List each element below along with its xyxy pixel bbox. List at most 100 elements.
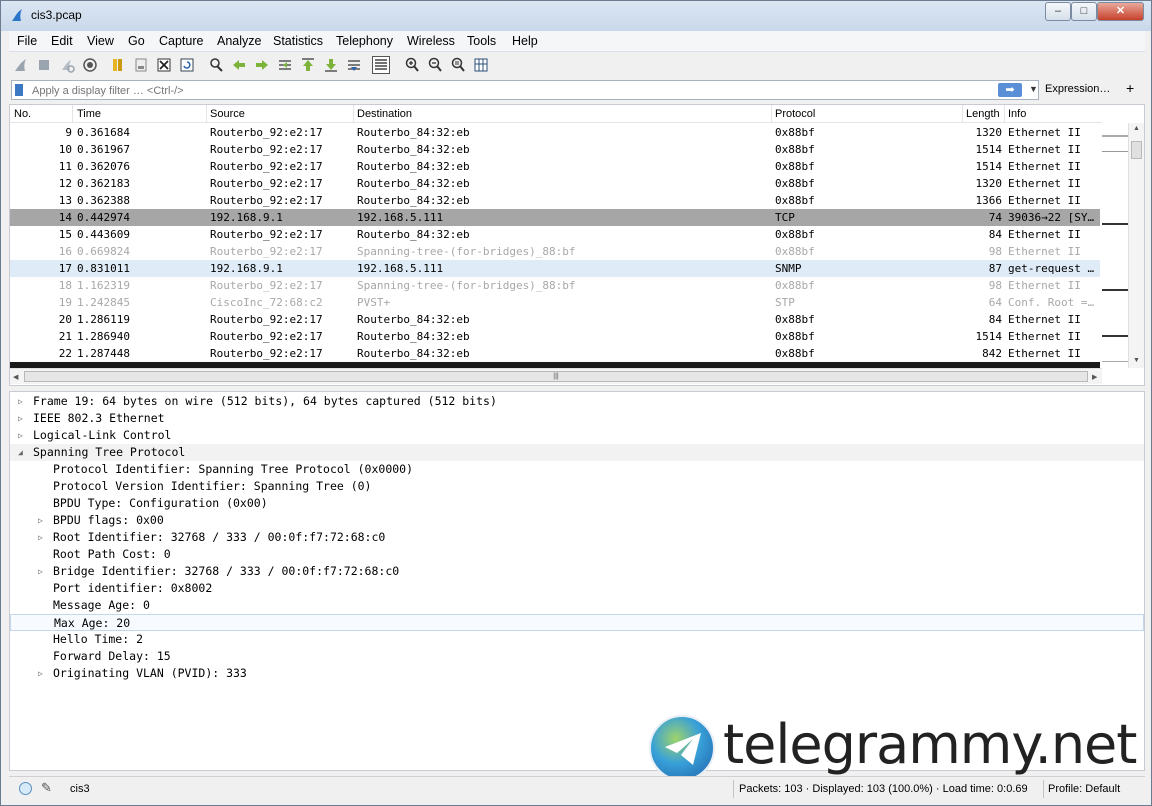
zoom-normal-icon[interactable] [449, 56, 467, 74]
go-first-icon[interactable] [299, 56, 317, 74]
reload-file-icon[interactable] [178, 56, 196, 74]
packet-row[interactable]: 22 1.287448 Routerbo_92:e2:17 Routerbo_84:3… [10, 345, 1100, 362]
find-packet-icon[interactable] [207, 56, 225, 74]
filter-history-dropdown-icon[interactable]: ▼ [1029, 84, 1038, 94]
minimize-button[interactable]: – [1045, 2, 1071, 21]
go-last-icon[interactable] [322, 56, 340, 74]
detail-tree-item[interactable]: Protocol Identifier: Spanning Tree Proto… [10, 461, 1144, 478]
save-file-icon[interactable] [132, 56, 150, 74]
scroll-left-arrow-icon[interactable]: ◀ [13, 373, 18, 381]
expression-button[interactable]: Expression… [1045, 83, 1110, 95]
display-filter-input[interactable] [32, 83, 992, 98]
column-header-protocol[interactable]: Protocol [775, 108, 815, 120]
expand-arrow-icon[interactable]: ▷ [38, 563, 43, 580]
menu-edit[interactable]: Edit [51, 34, 73, 48]
detail-tree-item[interactable]: ▷ Root Identifier: 32768 / 333 / 00:0f:f7… [10, 529, 1144, 546]
scroll-right-arrow-icon[interactable]: ▶ [1092, 373, 1097, 381]
title-bar[interactable]: cis3.pcap – □ ✕ [1, 1, 1151, 31]
open-file-icon[interactable] [109, 56, 127, 74]
packet-row[interactable]: 9 0.361684 Routerbo_92:e2:17 Routerbo_84:32… [10, 124, 1100, 141]
restart-capture-icon[interactable] [58, 56, 76, 74]
column-header-destination[interactable]: Destination [357, 108, 412, 120]
go-forward-icon[interactable] [253, 56, 271, 74]
menu-wireless[interactable]: Wireless [407, 34, 455, 48]
detail-tree-item[interactable]: Forward Delay: 15 [10, 648, 1144, 665]
packet-list-horizontal-scrollbar[interactable]: ◀ ||| ▶ [10, 368, 1102, 384]
packet-row[interactable]: 19 1.242845 CiscoInc_72:68:c2 PVST+ STP 64 Con… [10, 294, 1100, 311]
scroll-up-arrow-icon[interactable]: ▲ [1133, 125, 1140, 132]
menu-help[interactable]: Help [512, 34, 538, 48]
packet-row[interactable]: 18 1.162319 Routerbo_92:e2:17 Spanning-tree… [10, 277, 1100, 294]
expert-info-icon[interactable] [19, 782, 32, 795]
horizontal-scroll-thumb[interactable]: ||| [24, 371, 1088, 382]
go-back-icon[interactable] [230, 56, 248, 74]
bookmark-icon[interactable] [15, 84, 23, 96]
expand-arrow-icon[interactable]: ▷ [38, 529, 43, 546]
expand-arrow-icon[interactable]: ▷ [18, 410, 23, 427]
expand-arrow-icon[interactable]: ▷ [18, 393, 23, 410]
go-to-packet-icon[interactable] [276, 56, 294, 74]
autoscroll-icon[interactable] [345, 56, 363, 74]
maximize-button[interactable]: □ [1071, 2, 1097, 21]
packet-row[interactable]: 14 0.442974 192.168.9.1 192.168.5.111 TCP 74 3… [10, 209, 1100, 226]
packet-row[interactable]: 16 0.669824 Routerbo_92:e2:17 Spanning-tree… [10, 243, 1100, 260]
detail-tree-item[interactable]: Port identifier: 0x8002 [10, 580, 1144, 597]
detail-tree-item[interactable]: BPDU Type: Configuration (0x00) [10, 495, 1144, 512]
packet-list[interactable]: No. Time Source Destination Protocol Len… [9, 104, 1145, 386]
stop-capture-icon[interactable] [35, 56, 53, 74]
packet-row[interactable]: 12 0.362183 Routerbo_92:e2:17 Routerbo_84:3… [10, 175, 1100, 192]
expand-arrow-icon[interactable]: ▷ [38, 512, 43, 529]
packet-row[interactable]: 13 0.362388 Routerbo_92:e2:17 Routerbo_84:3… [10, 192, 1100, 209]
detail-tree-item[interactable]: ▷ IEEE 802.3 Ethernet [10, 410, 1144, 427]
packet-row[interactable]: 15 0.443609 Routerbo_92:e2:17 Routerbo_84:3… [10, 226, 1100, 243]
display-filter-field[interactable]: ➡ ▼ [11, 80, 1039, 100]
column-header-length[interactable]: Length [966, 108, 1000, 120]
packet-list-vertical-scrollbar[interactable]: ▲ ▼ [1128, 123, 1144, 368]
zoom-out-icon[interactable] [426, 56, 444, 74]
scroll-down-arrow-icon[interactable]: ▼ [1133, 357, 1140, 364]
column-header-source[interactable]: Source [210, 108, 245, 120]
detail-tree-item[interactable]: Message Age: 0 [10, 597, 1144, 614]
packet-row[interactable]: 20 1.286119 Routerbo_92:e2:17 Routerbo_84:3… [10, 311, 1100, 328]
vertical-scroll-thumb[interactable] [1131, 141, 1142, 159]
collapse-arrow-icon[interactable]: ◢ [18, 444, 23, 461]
expand-arrow-icon[interactable]: ▷ [18, 427, 23, 444]
packet-row[interactable]: 17 0.831011 192.168.9.1 192.168.5.111 SNMP 87… [10, 260, 1100, 277]
menu-capture[interactable]: Capture [159, 34, 203, 48]
menu-analyze[interactable]: Analyze [217, 34, 261, 48]
packet-row[interactable]: 11 0.362076 Routerbo_92:e2:17 Routerbo_84:3… [10, 158, 1100, 175]
colorize-icon[interactable] [372, 56, 390, 74]
detail-tree-item[interactable]: ▷ Bridge Identifier: 32768 / 333 / 00:0f:… [10, 563, 1144, 580]
menu-view[interactable]: View [87, 34, 114, 48]
menu-telephony[interactable]: Telephony [336, 34, 393, 48]
zoom-in-icon[interactable] [403, 56, 421, 74]
column-header-no[interactable]: No. [14, 108, 31, 120]
packet-row[interactable]: 21 1.286940 Routerbo_92:e2:17 Routerbo_84:3… [10, 328, 1100, 345]
detail-tree-item[interactable]: Protocol Version Identifier: Spanning Tr… [10, 478, 1144, 495]
apply-filter-arrow-icon[interactable]: ➡ [998, 83, 1022, 97]
detail-tree-item[interactable]: ▷ Originating VLAN (PVID): 333 [10, 665, 1144, 682]
column-header-time[interactable]: Time [77, 108, 101, 120]
menu-tools[interactable]: Tools [467, 34, 496, 48]
resize-columns-icon[interactable] [472, 56, 490, 74]
expand-arrow-icon[interactable]: ▷ [38, 665, 43, 682]
status-profile[interactable]: Profile: Default [1048, 783, 1120, 795]
column-header-info[interactable]: Info [1008, 108, 1026, 120]
close-button[interactable]: ✕ [1097, 2, 1144, 21]
packet-minimap[interactable] [1102, 123, 1128, 368]
menu-go[interactable]: Go [128, 34, 145, 48]
detail-tree-item[interactable]: Max Age: 20 [10, 614, 1144, 631]
menu-file[interactable]: File [17, 34, 37, 48]
detail-tree-item[interactable]: ▷ BPDU flags: 0x00 [10, 512, 1144, 529]
start-capture-icon[interactable] [12, 56, 30, 74]
detail-tree-item[interactable]: ▷ Logical-Link Control [10, 427, 1144, 444]
add-filter-button[interactable]: + [1126, 80, 1134, 96]
close-file-icon[interactable] [155, 56, 173, 74]
detail-tree-item[interactable]: ◢ Spanning Tree Protocol [10, 444, 1144, 461]
packet-row[interactable]: 10 0.361967 Routerbo_92:e2:17 Routerbo_84:3… [10, 141, 1100, 158]
capture-options-icon[interactable] [81, 56, 99, 74]
detail-tree-item[interactable]: Root Path Cost: 0 [10, 546, 1144, 563]
detail-tree-item[interactable]: Hello Time: 2 [10, 631, 1144, 648]
menu-statistics[interactable]: Statistics [273, 34, 323, 48]
detail-tree-item[interactable]: ▷ Frame 19: 64 bytes on wire (512 bits), … [10, 393, 1144, 410]
